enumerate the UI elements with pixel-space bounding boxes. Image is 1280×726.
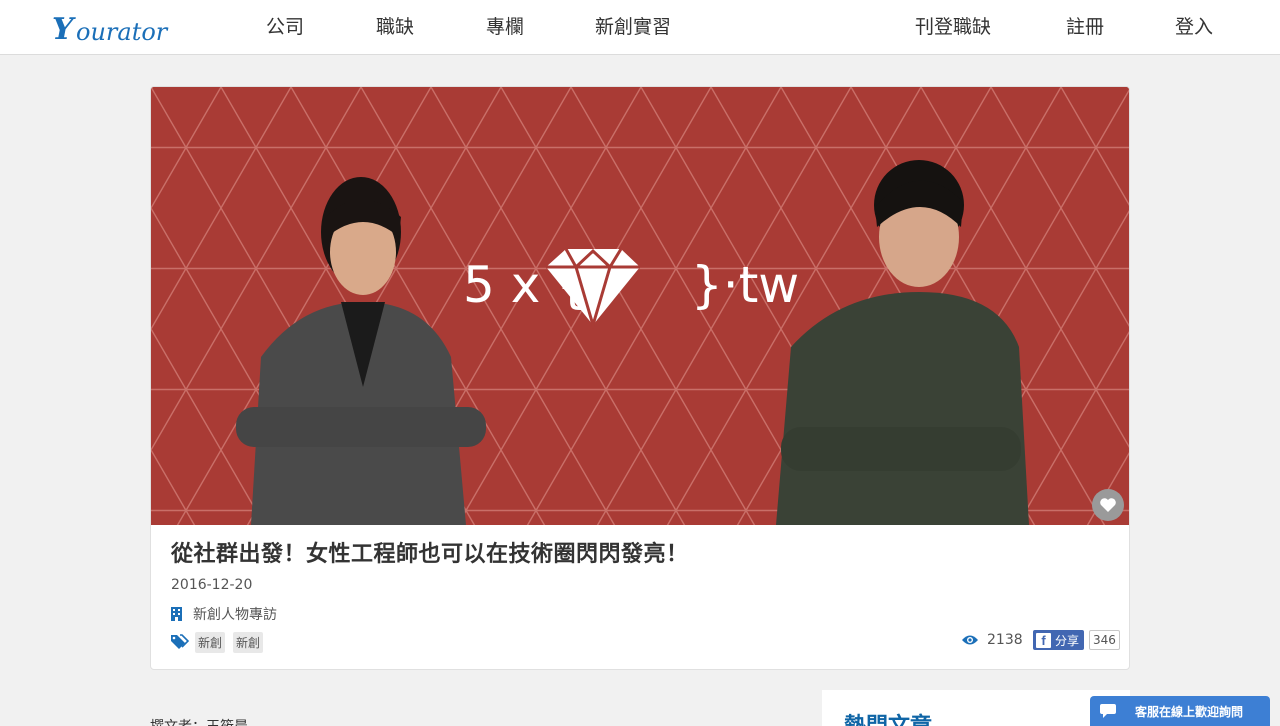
facebook-share: f 分享 346: [1033, 630, 1120, 650]
article-category[interactable]: 新創人物專訪: [171, 604, 277, 624]
building-icon: [171, 607, 182, 621]
popular-articles-sidebar: 熱門文章: [822, 690, 1130, 726]
eye-icon: [962, 635, 978, 645]
sidebar-title: 熱門文章: [844, 708, 932, 726]
article-card[interactable]: 5 x { }·tw 從社群出發！女性工程師也可以在技術圈閃閃發亮！ 2016-…: [150, 86, 1130, 670]
tag-chip[interactable]: 新創: [195, 631, 226, 653]
view-count: 2138: [961, 632, 1023, 648]
yourator-logo[interactable]: Y ourator: [52, 9, 180, 47]
customer-chat-button[interactable]: 客服在線上歡迎詢問: [1090, 696, 1270, 726]
heart-icon: [1100, 498, 1116, 512]
nav-login[interactable]: 登入: [1175, 15, 1213, 39]
share-label: 分享: [1055, 633, 1080, 648]
article-date: 2016-12-20: [171, 577, 253, 593]
view-count-value: 2138: [987, 632, 1023, 648]
hero-image[interactable]: 5 x { }·tw: [151, 87, 1129, 525]
chat-bubble-icon: [1100, 704, 1116, 718]
nav-startup-intern[interactable]: 新創實習: [595, 15, 671, 39]
svg-text:Y: Y: [52, 12, 76, 47]
facebook-icon: f: [1036, 632, 1051, 648]
hero-logo-text-end: }·tw: [691, 256, 799, 314]
nav-company[interactable]: 公司: [266, 15, 304, 39]
category-label: 新創人物專訪: [193, 607, 277, 623]
facebook-share-button[interactable]: f 分享: [1033, 630, 1085, 650]
top-navbar: Y ourator 公司 職缺 專欄 新創實習 刊登職缺 註冊 登入: [0, 0, 1280, 55]
tags-icon: [171, 634, 189, 649]
nav-register[interactable]: 註冊: [1066, 15, 1104, 39]
tag-chip[interactable]: 新創: [233, 631, 264, 653]
nav-columns[interactable]: 專欄: [486, 15, 524, 39]
favorite-button[interactable]: [1092, 489, 1124, 521]
chat-label: 客服在線上歡迎詢問: [1135, 704, 1244, 719]
nav-jobs[interactable]: 職缺: [376, 15, 414, 39]
article-tags: 新創 新創: [171, 631, 271, 653]
share-count: 346: [1089, 630, 1120, 650]
author-line: 撰文者：王筱晨: [150, 716, 248, 726]
svg-text:ourator: ourator: [76, 18, 169, 46]
nav-post-job[interactable]: 刊登職缺: [915, 15, 991, 39]
article-title[interactable]: 從社群出發！女性工程師也可以在技術圈閃閃發亮！: [171, 536, 689, 568]
